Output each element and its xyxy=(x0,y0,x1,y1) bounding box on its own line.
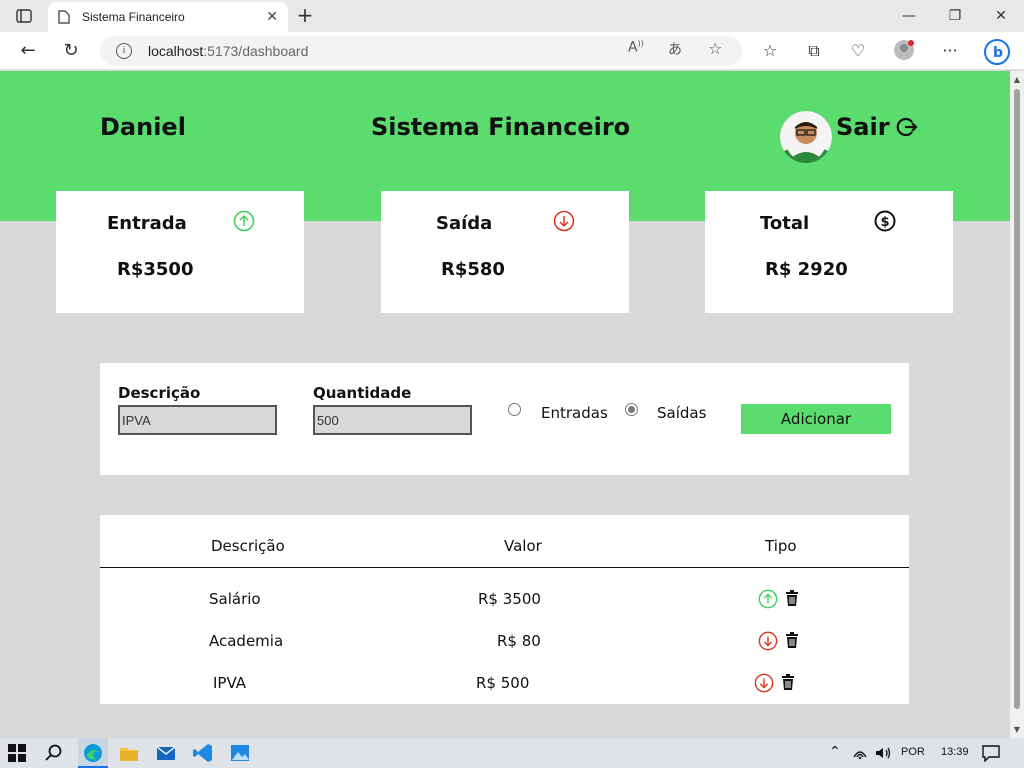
close-tab-icon[interactable]: ✕ xyxy=(266,9,278,25)
total-label: Total xyxy=(760,213,810,234)
arrow-down-circle-icon xyxy=(553,210,575,232)
income-value: R$3500 xyxy=(117,259,194,280)
language-indicator[interactable]: POR xyxy=(901,746,925,758)
refresh-button[interactable]: ↻ xyxy=(58,39,84,63)
back-button[interactable]: ← xyxy=(15,39,41,63)
tab-actions-icon[interactable] xyxy=(10,6,38,26)
row-3-description: IPVA xyxy=(213,674,247,692)
expense-card: Saída R$580 xyxy=(381,191,629,313)
arrow-down-circle-icon xyxy=(754,673,774,693)
scroll-thumb[interactable] xyxy=(1014,89,1020,709)
trash-icon[interactable] xyxy=(785,632,799,648)
scroll-down-icon[interactable]: ▼ xyxy=(1012,725,1022,734)
svg-text:b: b xyxy=(993,45,1003,61)
favorite-star-icon[interactable]: ☆ xyxy=(708,39,722,58)
add-button[interactable]: Adicionar xyxy=(741,404,891,434)
arrow-up-circle-icon xyxy=(233,210,255,232)
transaction-form: Descrição Quantidade Entradas Saídas Adi… xyxy=(100,363,909,475)
logout-button[interactable]: Sair xyxy=(836,113,918,141)
translate-icon[interactable]: あ xyxy=(668,39,682,59)
favorites-icon[interactable]: ☆ xyxy=(758,39,782,63)
arrow-up-circle-icon xyxy=(758,589,778,609)
windows-start-icon[interactable] xyxy=(8,744,26,762)
row-1-value: R$ 3500 xyxy=(478,590,541,608)
dollar-circle-icon: $ xyxy=(874,210,896,232)
transactions-table: Descrição Valor Tipo Salário R$ 3500 Aca… xyxy=(100,515,909,704)
address-bar[interactable]: i localhost:5173/dashboard xyxy=(100,36,742,66)
wifi-icon[interactable] xyxy=(852,745,868,761)
row-2-description: Academia xyxy=(209,632,284,650)
site-info-icon[interactable]: i xyxy=(116,43,132,59)
minimize-button[interactable]: — xyxy=(894,4,924,28)
svg-text:$: $ xyxy=(881,215,890,230)
trash-icon[interactable] xyxy=(781,674,795,690)
taskbar: ⌃ POR 13:39 xyxy=(0,738,1024,768)
total-card: Total $ R$ 2920 xyxy=(705,191,953,313)
collections-icon[interactable]: ⧉ xyxy=(802,39,826,63)
arrow-down-circle-icon xyxy=(758,631,778,651)
logout-label: Sair xyxy=(836,113,890,141)
vscode-icon[interactable] xyxy=(192,742,214,764)
quantity-label: Quantidade xyxy=(313,384,412,402)
row-1-description: Salário xyxy=(209,590,261,608)
scroll-up-icon[interactable]: ▲ xyxy=(1012,75,1022,84)
browser-tab-bar: Sistema Financeiro ✕ + — ❐ ✕ xyxy=(0,0,1024,32)
page-title: Sistema Financeiro xyxy=(371,113,631,141)
mail-icon[interactable] xyxy=(155,742,177,764)
page-scrollbar[interactable]: ▲ ▼ xyxy=(1010,71,1024,738)
browser-essentials-icon[interactable]: ♡ xyxy=(846,39,870,63)
header-value: Valor xyxy=(504,537,542,555)
radio-income-label: Entradas xyxy=(541,404,608,422)
notifications-icon[interactable] xyxy=(982,744,1000,762)
chevron-up-icon[interactable]: ⌃ xyxy=(829,743,841,760)
row-3-value: R$ 500 xyxy=(476,674,530,692)
close-window-button[interactable]: ✕ xyxy=(986,4,1016,28)
restore-button[interactable]: ❐ xyxy=(940,4,970,28)
total-value: R$ 2920 xyxy=(765,259,848,280)
volume-icon[interactable] xyxy=(874,745,892,761)
url-text: localhost:5173/dashboard xyxy=(148,43,309,59)
quantity-input[interactable] xyxy=(313,405,472,435)
table-divider xyxy=(100,567,909,568)
income-card: Entrada R$3500 xyxy=(56,191,304,313)
description-label: Descrição xyxy=(118,384,201,402)
read-aloud-icon[interactable]: A)) xyxy=(628,39,644,56)
expense-label: Saída xyxy=(436,213,493,234)
trash-icon[interactable] xyxy=(785,590,799,606)
page-icon xyxy=(58,10,70,24)
browser-tab[interactable]: Sistema Financeiro ✕ xyxy=(48,2,288,32)
radio-expense-label: Saídas xyxy=(657,404,707,422)
header-type: Tipo xyxy=(765,537,797,555)
edge-browser-icon[interactable] xyxy=(82,742,104,764)
browser-toolbar: ← ↻ i localhost:5173/dashboard A)) あ ☆ ☆… xyxy=(0,32,1024,70)
radio-expense[interactable] xyxy=(625,403,638,416)
radio-income[interactable] xyxy=(508,403,521,416)
more-options-icon[interactable]: ··· xyxy=(938,39,962,63)
income-label: Entrada xyxy=(107,213,187,234)
dashboard-page: Daniel Sistema Financeiro Sair Entrada R… xyxy=(0,71,1010,738)
profile-icon[interactable] xyxy=(892,39,916,63)
user-name: Daniel xyxy=(100,113,186,141)
row-2-value: R$ 80 xyxy=(497,632,541,650)
description-input[interactable] xyxy=(118,405,277,435)
logout-icon xyxy=(896,117,918,137)
file-explorer-icon[interactable] xyxy=(118,742,140,764)
tab-title: Sistema Financeiro xyxy=(82,10,185,24)
expense-value: R$580 xyxy=(441,259,505,280)
clock[interactable]: 13:39 xyxy=(941,746,969,758)
header-description: Descrição xyxy=(211,537,285,555)
search-icon[interactable] xyxy=(45,744,63,762)
avatar xyxy=(780,111,832,163)
photos-icon[interactable] xyxy=(229,742,251,764)
new-tab-button[interactable]: + xyxy=(294,5,316,27)
bing-copilot-icon[interactable]: b xyxy=(983,39,1011,65)
